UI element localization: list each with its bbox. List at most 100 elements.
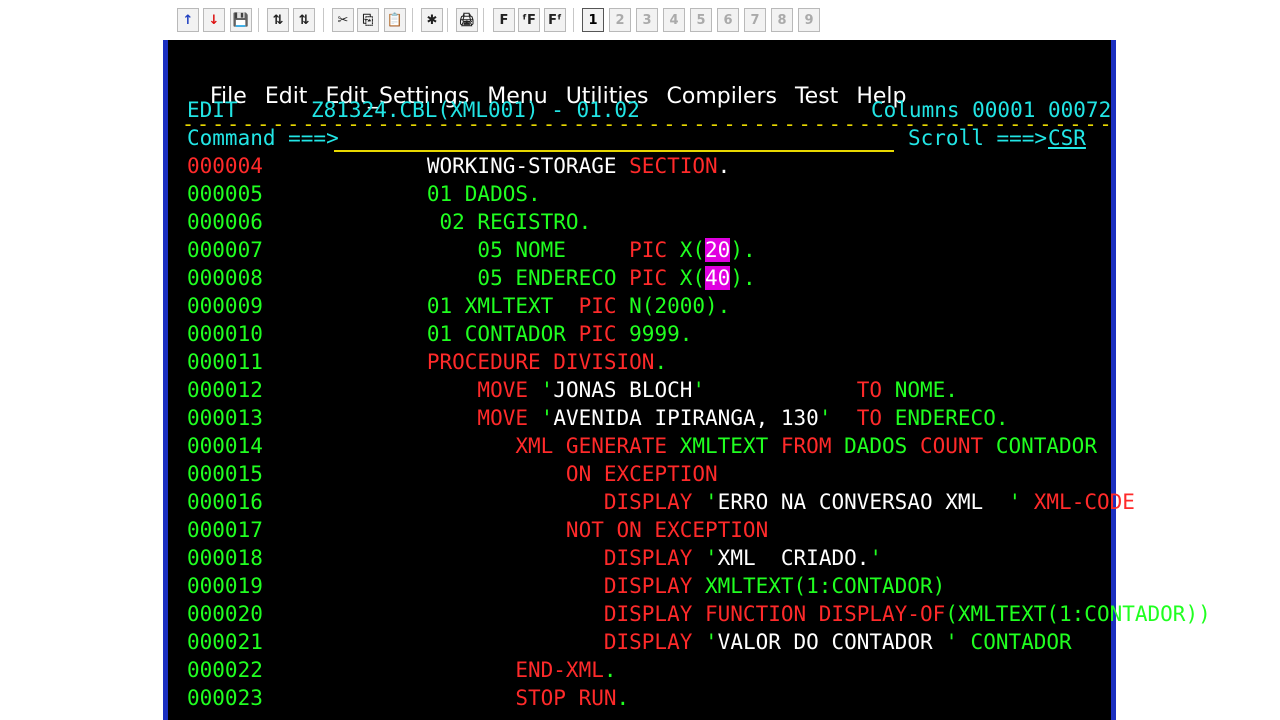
source-line[interactable]: 01 XMLTEXT PIC N(2000). [351, 294, 730, 318]
code-token: ' [818, 406, 857, 430]
code-token: PIC [629, 266, 680, 290]
session-9-button[interactable]: 9 [798, 8, 820, 32]
line-number[interactable]: 000010 [187, 322, 263, 346]
session-3-button[interactable]: 3 [636, 8, 658, 32]
code-token: 01 CONTADOR [351, 322, 579, 346]
session-7-button[interactable]: 7 [744, 8, 766, 32]
line-number[interactable]: 000016 [187, 490, 263, 514]
command-input[interactable] [334, 126, 894, 152]
code-token: TO [856, 406, 895, 430]
line-number[interactable]: 000023 [187, 686, 263, 710]
code-token: NOME. [894, 378, 958, 402]
ispf-screen[interactable]: File Edit Edit_Settings Menu Utilities Compil… [168, 40, 1211, 720]
code-token: ' [705, 490, 718, 514]
code-token: ' [692, 378, 857, 402]
line-number[interactable]: 000017 [187, 518, 263, 542]
code-token: END-XML [351, 658, 604, 682]
source-line[interactable]: 05 NOME PIC X(20). [351, 238, 756, 262]
source-line[interactable]: 01 DADOS. [351, 182, 541, 206]
source-line[interactable]: NOT ON EXCEPTION [351, 518, 768, 542]
code-token: N(2000). [629, 294, 731, 318]
macro-icon[interactable]: ✱ [421, 8, 443, 32]
source-line[interactable]: DISPLAY XMLTEXT(1:CONTADOR) [351, 574, 945, 598]
menu-compilers[interactable]: Compilers [667, 84, 777, 109]
line-number[interactable]: 000014 [187, 434, 263, 458]
code-token: . [654, 350, 668, 374]
line-number[interactable]: 000012 [187, 378, 263, 402]
code-token: DADOS [844, 434, 920, 458]
source-line[interactable]: MOVE 'JONAS BLOCH' TO NOME. [351, 378, 958, 402]
line-number[interactable]: 000008 [187, 266, 263, 290]
code-token: 02 REGISTRO. [351, 210, 592, 234]
code-token: (XMLTEXT(1:CONTADOR)) [945, 602, 1211, 626]
session-8-button[interactable]: 8 [771, 8, 793, 32]
line-number[interactable]: 000019 [187, 574, 263, 598]
code-token: CONTADOR [995, 434, 1097, 458]
line-number[interactable]: 000020 [187, 602, 263, 626]
save-icon[interactable]: 💾 [230, 8, 252, 32]
print-icon[interactable]: 🖨 [456, 8, 478, 32]
source-line[interactable]: XML GENERATE XMLTEXT FROM DADOS COUNT CO… [351, 434, 1097, 458]
menu-edit[interactable]: Edit [265, 84, 308, 109]
toolbar-separator [447, 8, 448, 32]
down-arrow-icon[interactable]: ↓ [203, 8, 225, 32]
line-number[interactable]: 000009 [187, 294, 263, 318]
scroll-amount-field[interactable]: CSR [1048, 126, 1086, 150]
session-6-button[interactable]: 6 [717, 8, 739, 32]
up-arrow-icon[interactable]: ↑ [177, 8, 199, 32]
code-token: ' [540, 406, 554, 430]
code-token: DISPLAY [351, 630, 706, 654]
toolbar-separator [258, 8, 259, 32]
code-token: WORKING-STORAGE [351, 154, 630, 178]
code-token: MOVE [351, 406, 541, 430]
source-line[interactable]: DISPLAY 'VALOR DO CONTADOR ' CONTADOR [351, 630, 1072, 654]
source-line[interactable]: DISPLAY FUNCTION DISPLAY-OF(XMLTEXT(1:CO… [351, 602, 1211, 626]
line-number[interactable]: 000011 [187, 350, 263, 374]
font-icon[interactable]: F [493, 8, 515, 32]
line-number[interactable]: 000018 [187, 546, 263, 570]
code-token: . [717, 154, 731, 178]
source-line[interactable]: DISPLAY 'XML CRIADO.' [351, 546, 882, 570]
code-token: DISPLAY FUNCTION DISPLAY-OF [351, 602, 946, 626]
line-number[interactable]: 000021 [187, 630, 263, 654]
line-number[interactable]: 000022 [187, 658, 263, 682]
line-number[interactable]: 000013 [187, 406, 263, 430]
line-number[interactable]: 000006 [187, 210, 263, 234]
line-number[interactable]: 000007 [187, 238, 263, 262]
source-line[interactable]: STOP RUN. [351, 686, 629, 710]
code-token: ' [869, 546, 883, 570]
line-number[interactable]: 000004 [187, 154, 263, 178]
line-number[interactable]: 000005 [187, 182, 263, 206]
line-number[interactable]: 000015 [187, 462, 263, 486]
font-larger-icon[interactable]: Fᶠ [544, 8, 566, 32]
source-line[interactable]: 02 REGISTRO. [351, 210, 592, 234]
source-line[interactable]: 05 ENDERECO PIC X(40). [351, 266, 756, 290]
source-line[interactable]: DISPLAY 'ERRO NA CONVERSAO XML ' XML-COD… [351, 490, 1135, 514]
session-2-button[interactable]: 2 [609, 8, 631, 32]
code-token: 01 DADOS. [351, 182, 541, 206]
font-smaller-icon[interactable]: ᶠF [518, 8, 540, 32]
code-token: 20 [705, 238, 731, 262]
source-line[interactable]: ON EXCEPTION [351, 462, 718, 486]
source-line[interactable]: 01 CONTADOR PIC 9999. [351, 322, 693, 346]
menu-test[interactable]: Test [795, 84, 838, 109]
source-line[interactable]: END-XML. [351, 658, 616, 682]
code-token: CONTADOR [970, 630, 1072, 654]
session-1-button[interactable]: 1 [582, 8, 604, 32]
cut-icon[interactable]: ✂ [332, 8, 354, 32]
session-4-button[interactable]: 4 [663, 8, 685, 32]
sort-ascending-icon[interactable]: ⇅ [267, 8, 289, 32]
source-line[interactable]: WORKING-STORAGE SECTION. [351, 154, 730, 178]
source-line[interactable]: PROCEDURE DIVISION. [351, 350, 667, 374]
toolbar-separator [412, 8, 413, 32]
copy-icon[interactable]: ⎘ [357, 8, 379, 32]
code-token: ' [1008, 490, 1034, 514]
session-5-button[interactable]: 5 [690, 8, 712, 32]
code-token: 05 ENDERECO [351, 266, 630, 290]
paste-icon[interactable]: 📋 [384, 8, 406, 32]
code-token: NOT ON EXCEPTION [351, 518, 769, 542]
sort-descending-icon[interactable]: ⇅ [293, 8, 315, 32]
source-line[interactable]: MOVE 'AVENIDA IPIRANGA, 130' TO ENDERECO… [351, 406, 1008, 430]
code-token: X( [679, 266, 706, 290]
code-token: DISPLAY [351, 546, 706, 570]
